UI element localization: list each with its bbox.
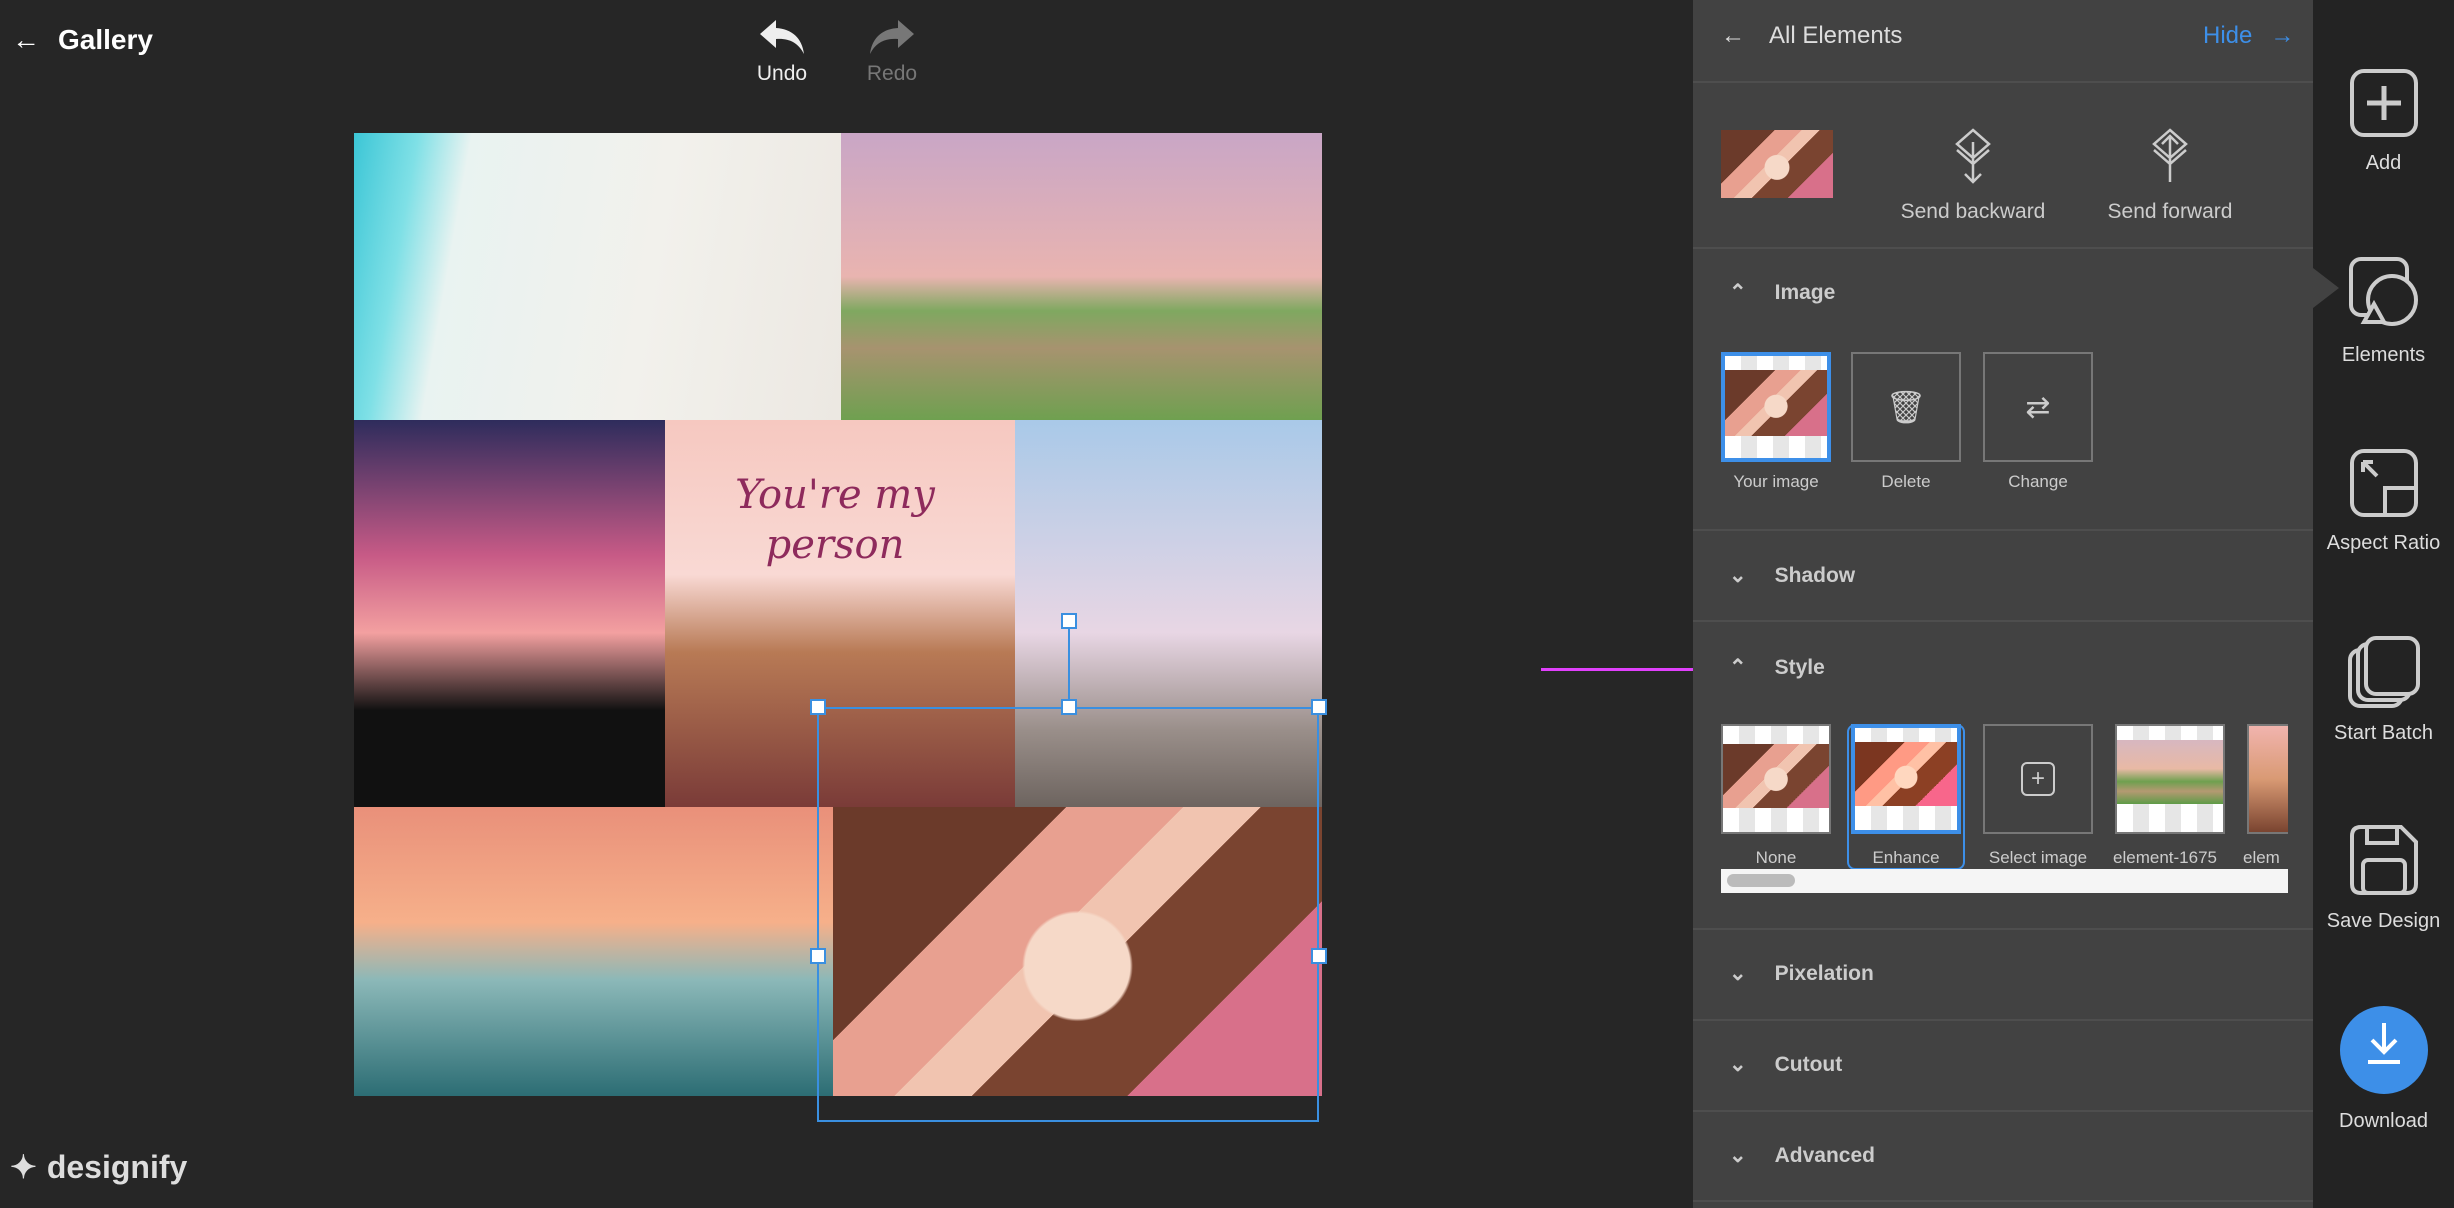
style-element-partial[interactable] [2247,724,2288,834]
section-pixelation-toggle[interactable]: ⌄ Pixelation [1729,961,1874,986]
sidebar-save-design[interactable]: Save Design [2313,824,2454,933]
style-element-label: element-1675 [2113,848,2217,867]
annotation-arrow [1541,668,1701,671]
photo-rainbow-field[interactable] [841,133,1322,420]
style-enhance-label: Enhance [1872,848,1940,867]
sidebar-add[interactable]: Add [2313,68,2454,175]
resize-handle-left[interactable] [810,948,826,964]
resize-handle-right[interactable] [1311,948,1327,964]
swap-icon: ⇄ [2025,390,2051,424]
undo-icon [760,20,804,54]
send-backward-icon [1955,128,1991,184]
photo-silhouette-kiss[interactable] [354,420,665,807]
change-label: Change [2008,472,2068,491]
send-forward-button[interactable]: Send forward [2075,128,2265,224]
rotate-stem [1068,622,1070,707]
change-tile[interactable]: ⇄ [1983,352,2093,462]
style-element-1675[interactable] [2115,724,2225,834]
selected-element-thumbnail [1721,130,1833,198]
rotate-handle[interactable] [1061,613,1077,629]
aspect-ratio-icon [2349,449,2418,517]
arrow-right-icon: → [2270,22,2295,49]
add-icon [2349,69,2418,137]
sidebar-elements[interactable]: Elements [2313,256,2454,367]
resize-handle-top[interactable] [1061,699,1077,715]
section-image-toggle[interactable]: ⌃ Image [1729,280,1835,305]
delete-label: Delete [1881,472,1931,491]
style-carousel[interactable]: + None Enhance Select image element-1675… [1721,724,2288,870]
chevron-up-icon: ⌃ [1729,656,1747,679]
download-icon [2339,1006,2428,1094]
section-advanced-toggle[interactable]: ⌄ Advanced [1729,1143,1875,1168]
your-image-tile[interactable] [1721,352,1831,462]
chevron-down-icon: ⌄ [1729,962,1747,985]
send-forward-icon [2152,128,2188,182]
arrow-left-icon: ← [1721,22,1745,49]
style-none-label: None [1755,848,1797,867]
sidebar-start-batch[interactable]: Start Batch [2313,636,2454,745]
redo-button[interactable]: Redo [847,18,937,86]
section-cutout-toggle[interactable]: ⌄ Cutout [1729,1052,1842,1077]
photo-beach-hut[interactable] [354,807,833,1096]
shapes-icon [2348,257,2418,326]
undo-button[interactable]: Undo [737,18,827,86]
section-shadow-toggle[interactable]: ⌄ Shadow [1729,563,1855,588]
selection-box[interactable] [817,707,1319,1122]
add-icon: + [2021,762,2055,796]
right-sidebar: Add Elements Aspect Ratio Start Batch Sa… [2313,0,2454,1208]
stack-icon [2347,636,2420,708]
style-select-label: Select image [1988,848,2088,867]
resize-handle-tl[interactable] [810,699,826,715]
chevron-up-icon: ⌃ [1729,281,1747,304]
designify-logo: ✦ designify [10,1148,188,1186]
sidebar-aspect-ratio[interactable]: Aspect Ratio [2313,448,2454,555]
delete-tile[interactable]: 🗑 [1851,352,1961,462]
your-image-label: Your image [1733,472,1819,491]
chevron-down-icon: ⌄ [1729,1144,1747,1167]
overlay-text[interactable]: You're my person [735,470,935,570]
chevron-down-icon: ⌄ [1729,564,1747,587]
redo-icon [870,20,914,54]
arrow-left-icon: ← [12,24,40,55]
elements-panel: ← All Elements Hide → Send backward Send f… [1693,0,2313,1208]
style-element-label-partial: elem [2243,848,2280,867]
photo-beach-heart[interactable] [354,133,841,420]
send-backward-button[interactable]: Send backward [1878,128,2068,224]
section-style-toggle[interactable]: ⌃ Style [1729,655,1825,680]
chevron-down-icon: ⌄ [1729,1053,1747,1076]
gallery-back-button[interactable]: ← Gallery [12,24,153,56]
sparkle-icon: ✦ [10,1149,37,1185]
style-scrollbar[interactable] [1721,869,2288,893]
sidebar-download[interactable]: Download [2313,1006,2454,1133]
hide-button[interactable]: Hide → [2203,22,2294,50]
style-none[interactable] [1721,724,1831,834]
save-icon [2349,825,2418,895]
style-select-image[interactable]: + [1983,724,2093,834]
trash-icon: 🗑 [1885,389,1927,425]
resize-handle-tr[interactable] [1311,699,1327,715]
all-elements-back[interactable]: ← All Elements [1721,22,1902,50]
scrollbar-thumb[interactable] [1727,874,1795,887]
